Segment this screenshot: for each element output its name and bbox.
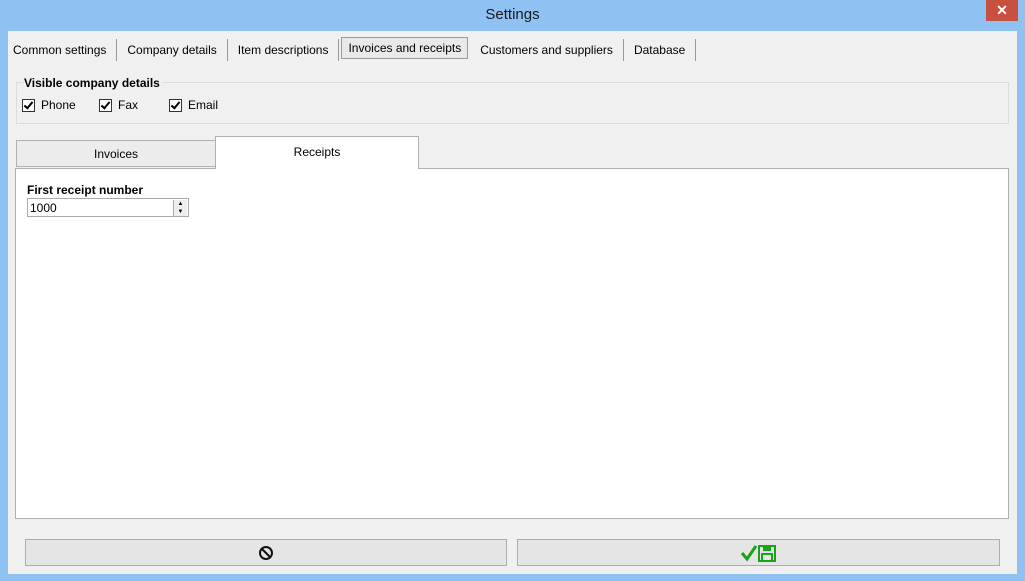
tab-invoices-and-receipts[interactable]: Invoices and receipts <box>341 37 469 59</box>
fax-checkbox[interactable]: Fax <box>99 98 138 112</box>
receipts-panel: First receipt number 1000 ▲ ▼ <box>15 168 1009 519</box>
window-title: Settings <box>485 6 540 23</box>
tab-common-settings[interactable]: Common settings <box>8 39 118 61</box>
email-checkbox[interactable]: Email <box>169 98 218 112</box>
save-check-icon <box>740 544 776 562</box>
phone-checkbox[interactable]: Phone <box>22 98 76 112</box>
checkbox-checked[interactable] <box>169 98 182 112</box>
spin-down-icon[interactable]: ▼ <box>173 208 187 216</box>
title-bar[interactable]: Settings ✕ <box>0 0 1025 31</box>
checkbox-checked[interactable] <box>99 98 112 112</box>
client-area: Common settings Company details Item des… <box>8 31 1017 574</box>
tab-invoices[interactable]: Invoices <box>16 140 216 167</box>
tab-database[interactable]: Database <box>624 39 697 61</box>
visible-company-details-group <box>16 82 1009 124</box>
first-receipt-number-label: First receipt number <box>27 183 144 197</box>
settings-window: Settings ✕ Common settings Company detai… <box>0 0 1025 581</box>
save-button[interactable] <box>517 539 1000 566</box>
close-button[interactable]: ✕ <box>986 0 1018 21</box>
cancel-icon <box>259 545 273 560</box>
checkbox-label: Fax <box>118 98 139 112</box>
stepper-value[interactable]: 1000 <box>30 201 57 215</box>
tab-customers-and-suppliers[interactable]: Customers and suppliers <box>470 39 624 61</box>
settings-tabs: Common settings Company details Item des… <box>8 37 697 63</box>
checkbox-label: Phone <box>41 98 76 112</box>
tab-receipts[interactable]: Receipts <box>215 136 419 169</box>
checkbox-checked[interactable] <box>22 98 35 112</box>
spin-up-icon[interactable]: ▲ <box>173 200 187 208</box>
cancel-button[interactable] <box>25 539 507 566</box>
group-title: Visible company details <box>24 76 162 90</box>
first-receipt-number-stepper[interactable]: 1000 ▲ ▼ <box>27 198 189 217</box>
checkbox-label: Email <box>188 98 219 112</box>
tab-company-details[interactable]: Company details <box>117 39 228 61</box>
tab-item-descriptions[interactable]: Item descriptions <box>228 39 340 61</box>
